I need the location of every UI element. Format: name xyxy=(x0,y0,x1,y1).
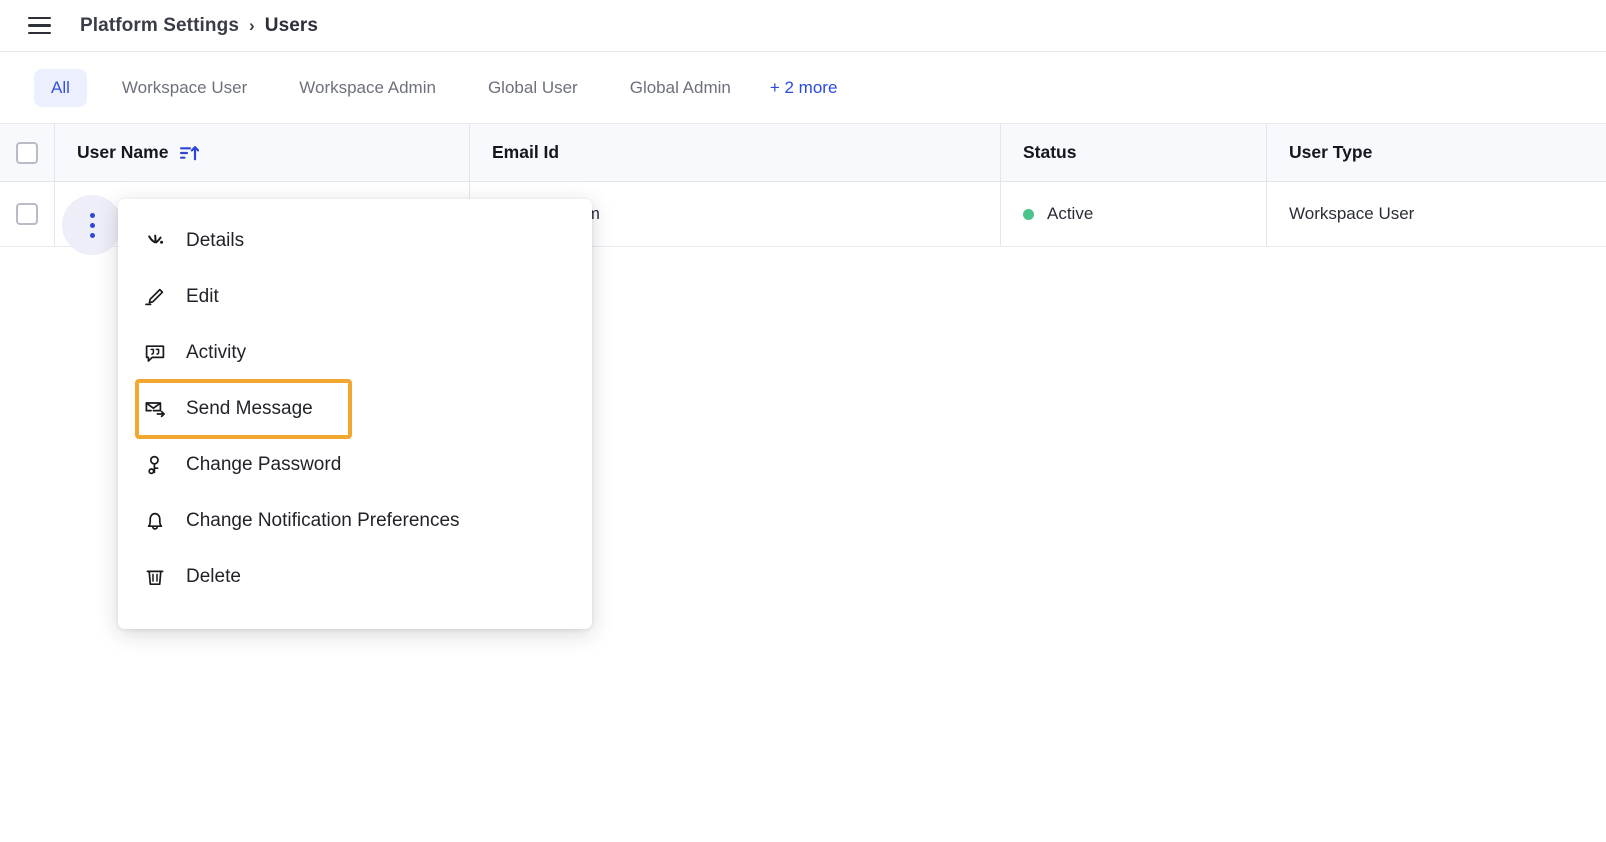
menu-item-delete[interactable]: Delete xyxy=(118,549,592,605)
cell-user-type: Workspace User xyxy=(1289,204,1415,223)
column-header-email-id[interactable]: Email Id xyxy=(470,124,1001,181)
breadcrumb-current: Users xyxy=(264,14,319,36)
menu-item-send-message-label: Send Message xyxy=(186,398,313,419)
menu-item-change-notification-preferences[interactable]: Change Notification Preferences xyxy=(118,493,592,549)
tab-workspace-admin[interactable]: Workspace Admin xyxy=(282,69,453,107)
table-header-row: User Name Email Id Status User Type xyxy=(0,124,1606,182)
cell-status: Active xyxy=(1001,182,1267,246)
column-header-user-type[interactable]: User Type xyxy=(1267,124,1606,181)
tab-workspace-user[interactable]: Workspace User xyxy=(105,69,264,107)
filter-tab-bar: All Workspace User Workspace Admin Globa… xyxy=(0,52,1606,124)
select-all-checkbox[interactable] xyxy=(16,141,38,164)
tab-all[interactable]: All xyxy=(34,68,87,107)
row-select-cell xyxy=(0,182,55,246)
pencil-icon xyxy=(140,283,170,311)
quote-bubble-icon xyxy=(140,339,170,367)
sort-ascending-icon[interactable] xyxy=(179,144,200,162)
status-dot-icon xyxy=(1023,208,1034,220)
hamburger-icon[interactable] xyxy=(22,9,56,43)
bell-icon xyxy=(140,507,170,535)
column-header-user-name-label: User Name xyxy=(77,142,169,162)
sparkle-icon xyxy=(140,227,170,255)
menu-item-activity[interactable]: Activity xyxy=(118,325,592,381)
status-badge: Active xyxy=(1047,204,1094,223)
menu-item-edit-label: Edit xyxy=(186,286,219,307)
more-vertical-icon[interactable] xyxy=(62,195,122,255)
menu-item-delete-label: Delete xyxy=(186,566,241,587)
menu-item-details-label: Details xyxy=(186,230,245,251)
breadcrumb-parent[interactable]: Platform Settings xyxy=(80,15,239,37)
select-all-header xyxy=(0,124,55,181)
row-checkbox[interactable] xyxy=(16,203,38,225)
app-root: Platform Settings › Users All Workspace … xyxy=(0,0,1606,842)
column-header-user-name[interactable]: User Name xyxy=(55,124,470,181)
envelope-arrow-icon xyxy=(140,395,170,423)
menu-item-details[interactable]: Details xyxy=(118,213,592,269)
menu-item-edit[interactable]: Edit xyxy=(118,269,592,325)
more-filters-link[interactable]: + 2 more xyxy=(770,78,838,98)
tab-global-admin[interactable]: Global Admin xyxy=(613,69,748,107)
menu-item-change-notification-preferences-label: Change Notification Preferences xyxy=(186,510,460,531)
top-bar: Platform Settings › Users xyxy=(0,0,1606,52)
menu-item-change-password[interactable]: Change Password xyxy=(118,437,592,493)
tab-global-user[interactable]: Global User xyxy=(471,69,595,107)
chevron-right-icon: › xyxy=(249,16,255,35)
user-key-icon xyxy=(140,451,170,479)
row-context-menu: Details Edit Activity Send Message Chang… xyxy=(118,199,592,629)
column-header-status[interactable]: Status xyxy=(1001,124,1267,181)
breadcrumb: Platform Settings › Users xyxy=(80,15,318,37)
trash-icon xyxy=(140,563,170,591)
menu-item-activity-label: Activity xyxy=(186,342,247,363)
menu-item-change-password-label: Change Password xyxy=(186,454,342,475)
menu-item-send-message[interactable]: Send Message xyxy=(135,379,352,439)
